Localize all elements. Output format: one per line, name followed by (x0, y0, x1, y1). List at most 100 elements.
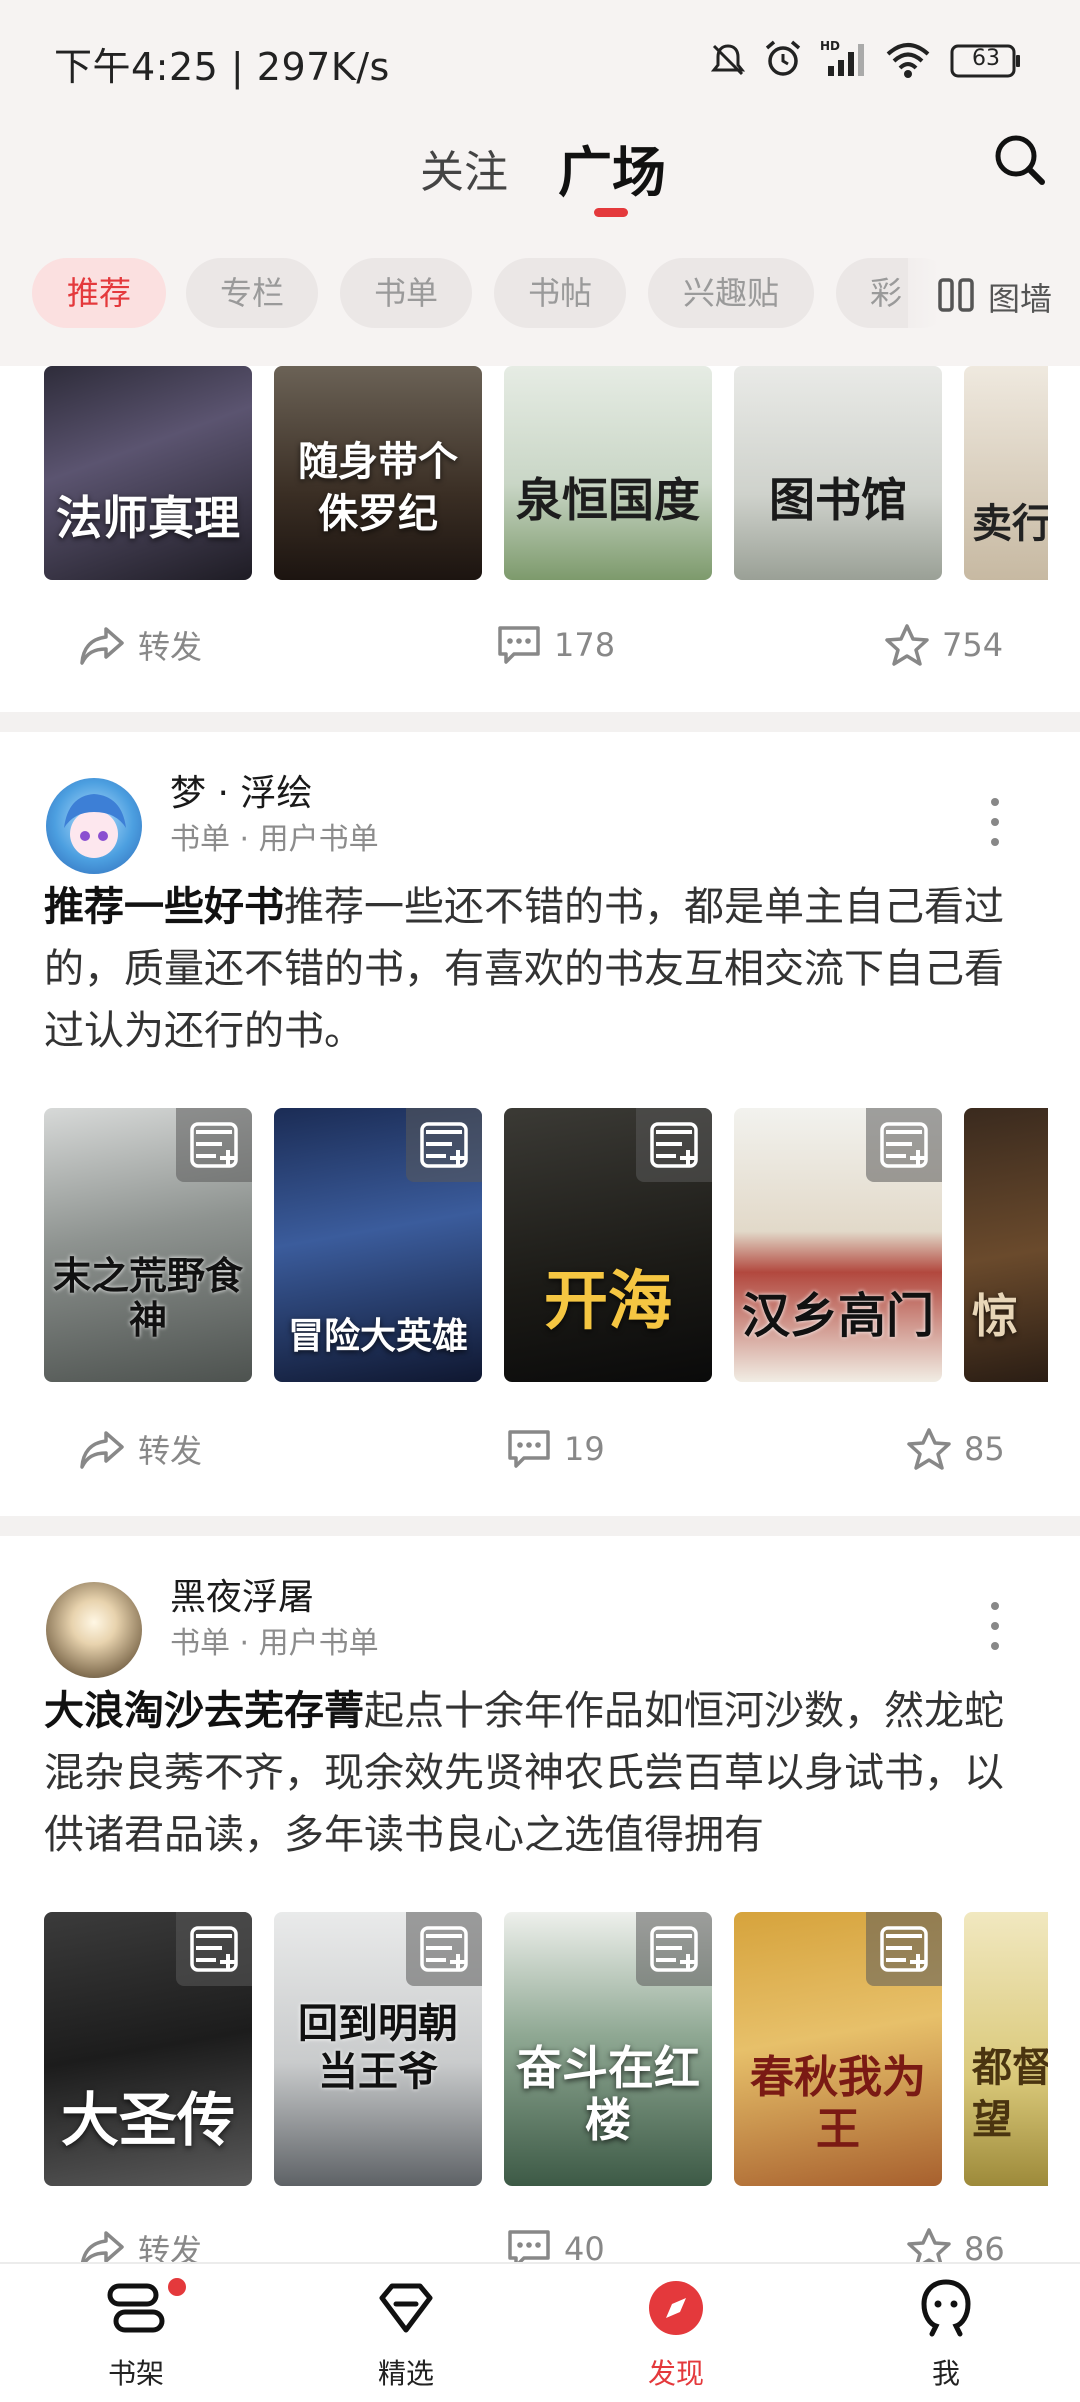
picture-wall-button[interactable]: 图墙 (908, 226, 1080, 366)
divider (0, 712, 1080, 732)
like-count: 754 (942, 626, 1004, 664)
header: 关注 广场 (0, 120, 1080, 226)
post-title: 推荐一些好书 (44, 884, 284, 930)
book-cover[interactable]: 回到明朝当王爷 (274, 1912, 482, 2186)
profile-icon (921, 2279, 971, 2337)
book-cover[interactable]: 都督的野望 (964, 1912, 1048, 2186)
status-bar: 下午4:25 | 297K/s HD 63 (0, 0, 1080, 120)
book-cover[interactable]: 大圣传 (44, 1912, 252, 2186)
book-cover[interactable]: 开海 (504, 1108, 712, 1382)
post-text[interactable]: 推荐一些好书推荐一些还不错的书，都是单主自己看过的，质量还不错的书，有喜欢的书友… (44, 876, 1036, 1062)
add-to-shelf-button[interactable] (866, 1912, 942, 1986)
book-cover[interactable]: 惊 (964, 1108, 1048, 1382)
comment-icon (508, 2230, 550, 2262)
battery-level: 63 (972, 46, 1000, 71)
tab-square[interactable]: 广场 (558, 128, 666, 207)
like-button[interactable]: 86 (906, 2204, 1005, 2262)
avatar[interactable] (46, 778, 142, 874)
nav-discover[interactable]: 发现 (596, 2264, 756, 2402)
share-icon (80, 627, 124, 665)
comment-icon (508, 1430, 550, 1468)
diamond-icon (379, 2283, 433, 2333)
post3-covers: 大圣传 回到明朝当王爷 奋斗在红楼 春秋我为王 都督的野望 (44, 1912, 1048, 2186)
book-cover[interactable]: 卖行 (964, 366, 1048, 580)
add-to-shelf-button[interactable] (406, 1108, 482, 1182)
more-options-button[interactable] (980, 1602, 1010, 1662)
star-icon (907, 2228, 951, 2262)
category-chips: 推荐 专栏 书单 书帖 兴趣贴 彩 图墙 (0, 226, 1080, 366)
add-to-shelf-button[interactable] (636, 1912, 712, 1986)
status-time-speed: 下午4:25 | 297K/s (54, 45, 390, 89)
add-to-shelf-button[interactable] (866, 1108, 942, 1182)
add-book-icon (190, 1122, 238, 1168)
compass-icon (649, 2281, 703, 2335)
book-cover[interactable]: 冒险大英雄 (274, 1108, 482, 1382)
chip-recommend[interactable]: 推荐 (32, 258, 166, 328)
repost-button[interactable]: 转发 (78, 1404, 202, 1494)
active-tab-indicator (594, 208, 628, 217)
book-cover[interactable]: 奋斗在红楼 (504, 1912, 712, 2186)
mute-bell-icon (710, 44, 746, 76)
avatar[interactable] (46, 1582, 142, 1678)
repost-button[interactable]: 转发 (78, 2204, 202, 2262)
chip-booklist[interactable]: 书单 (340, 258, 472, 328)
add-to-shelf-button[interactable] (176, 1912, 252, 1986)
add-to-shelf-button[interactable] (636, 1108, 712, 1182)
anime-avatar-icon (64, 794, 126, 858)
divider (0, 1516, 1080, 1536)
comment-button[interactable]: 40 (506, 2204, 605, 2262)
chip-column[interactable]: 专栏 (186, 258, 318, 328)
add-book-icon (190, 1926, 238, 1972)
comment-count: 178 (554, 626, 616, 664)
nav-featured[interactable]: 精选 (326, 2264, 486, 2402)
post1-actions: 转发 178 754 (0, 600, 1080, 690)
add-book-icon (650, 1122, 698, 1168)
post3-actions: 转发 40 86 (0, 2204, 1080, 2262)
post-text[interactable]: 大浪淘沙去芜存菁起点十余年作品如恒河沙数，然龙蛇混杂良莠不齐，现余效先贤神农氏尝… (44, 1680, 1036, 1866)
comment-button[interactable]: 19 (506, 1404, 605, 1494)
chip-post[interactable]: 书帖 (494, 258, 626, 328)
post1-covers: 法师真理 随身带个侏罗纪 泉恒国度 图书馆 卖行 (44, 366, 1048, 580)
nav-me[interactable]: 我 (866, 2264, 1026, 2402)
like-button[interactable]: 85 (906, 1404, 1005, 1494)
add-book-icon (420, 1122, 468, 1168)
like-count: 86 (964, 2230, 1005, 2262)
feed: 法师真理 随身带个侏罗纪 泉恒国度 图书馆 卖行 转发 178 754 梦 · … (0, 366, 1080, 2262)
search-icon (995, 135, 1045, 185)
tab-follow[interactable]: 关注 (420, 136, 508, 200)
add-to-shelf-button[interactable] (176, 1108, 252, 1182)
comment-button[interactable]: 178 (496, 600, 615, 690)
svg-text:HD: HD (820, 39, 840, 53)
post-meta: 书单 · 用户书单 (170, 1626, 379, 1661)
like-button[interactable]: 754 (884, 600, 1003, 690)
book-cover[interactable]: 图书馆 (734, 366, 942, 580)
nav-bookshelf[interactable]: 书架 (56, 2264, 216, 2402)
author-name[interactable]: 梦 · 浮绘 (170, 764, 312, 816)
more-dot-icon (991, 798, 999, 806)
add-book-icon (880, 1926, 928, 1972)
book-cover[interactable]: 春秋我为王 (734, 1912, 942, 2186)
repost-button[interactable]: 转发 (78, 600, 202, 690)
like-count: 85 (964, 1430, 1005, 1468)
bookshelf-icon (107, 2283, 165, 2333)
star-icon (907, 1428, 951, 1470)
more-options-button[interactable] (980, 798, 1010, 858)
post-meta: 书单 · 用户书单 (170, 822, 379, 857)
book-cover[interactable]: 汉乡高门 (734, 1108, 942, 1382)
bottom-navigation: 书架 精选 发现 我 (0, 2262, 1080, 2402)
book-cover[interactable]: 随身带个侏罗纪 (274, 366, 482, 580)
author-name[interactable]: 黑夜浮屠 (170, 1568, 314, 1620)
comment-count: 19 (564, 1430, 605, 1468)
chip-interest-post[interactable]: 兴趣贴 (648, 258, 814, 328)
book-cover[interactable]: 末之荒野食神 (44, 1108, 252, 1382)
book-cover[interactable]: 法师真理 (44, 366, 252, 580)
picture-wall-label: 图墙 (988, 280, 1053, 318)
star-icon (885, 624, 929, 666)
signal-icon: HD (820, 39, 864, 76)
wall-grid-icon (938, 278, 974, 312)
add-to-shelf-button[interactable] (406, 1912, 482, 1986)
search-button[interactable] (990, 130, 1050, 190)
book-cover[interactable]: 泉恒国度 (504, 366, 712, 580)
post-title: 大浪淘沙去芜存菁 (44, 1688, 364, 1734)
share-icon (80, 2231, 124, 2262)
